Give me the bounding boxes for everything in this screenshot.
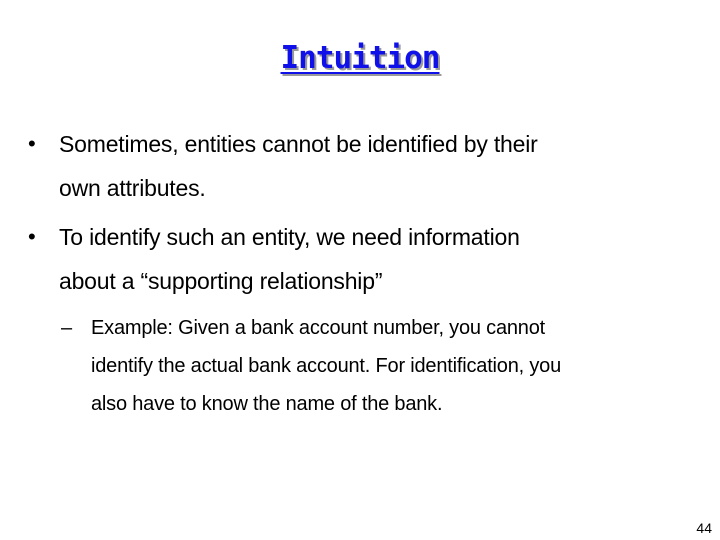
sub-bullet-line: Example: Given a bank account number, yo… bbox=[91, 317, 546, 339]
sub-bullet-text: Example: Given a bank account number, yo… bbox=[91, 309, 691, 423]
slide: Intuition • Sometimes, entities cannot b… bbox=[0, 0, 720, 540]
bullet-text: Sometimes, entities cannot be identified… bbox=[59, 122, 679, 210]
bullet-dot-icon: • bbox=[28, 224, 36, 249]
bullet-line: To identify such an entity, we need info… bbox=[59, 224, 520, 250]
dash-icon: – bbox=[61, 317, 73, 339]
bullet-line: about a “supporting relationship” bbox=[59, 268, 383, 294]
bullet-line: Sometimes, entities cannot be identified… bbox=[59, 131, 538, 157]
page-number: 44 bbox=[696, 520, 712, 536]
sub-bullet-line: also have to know the name of the bank. bbox=[91, 393, 443, 415]
slide-title: Intuition bbox=[280, 40, 441, 76]
bullet-dot-icon: • bbox=[28, 131, 36, 156]
bullet-text: To identify such an entity, we need info… bbox=[59, 215, 679, 303]
bullet-line: own attributes. bbox=[59, 175, 206, 201]
sub-bullet-line: identify the actual bank account. For id… bbox=[91, 355, 561, 377]
